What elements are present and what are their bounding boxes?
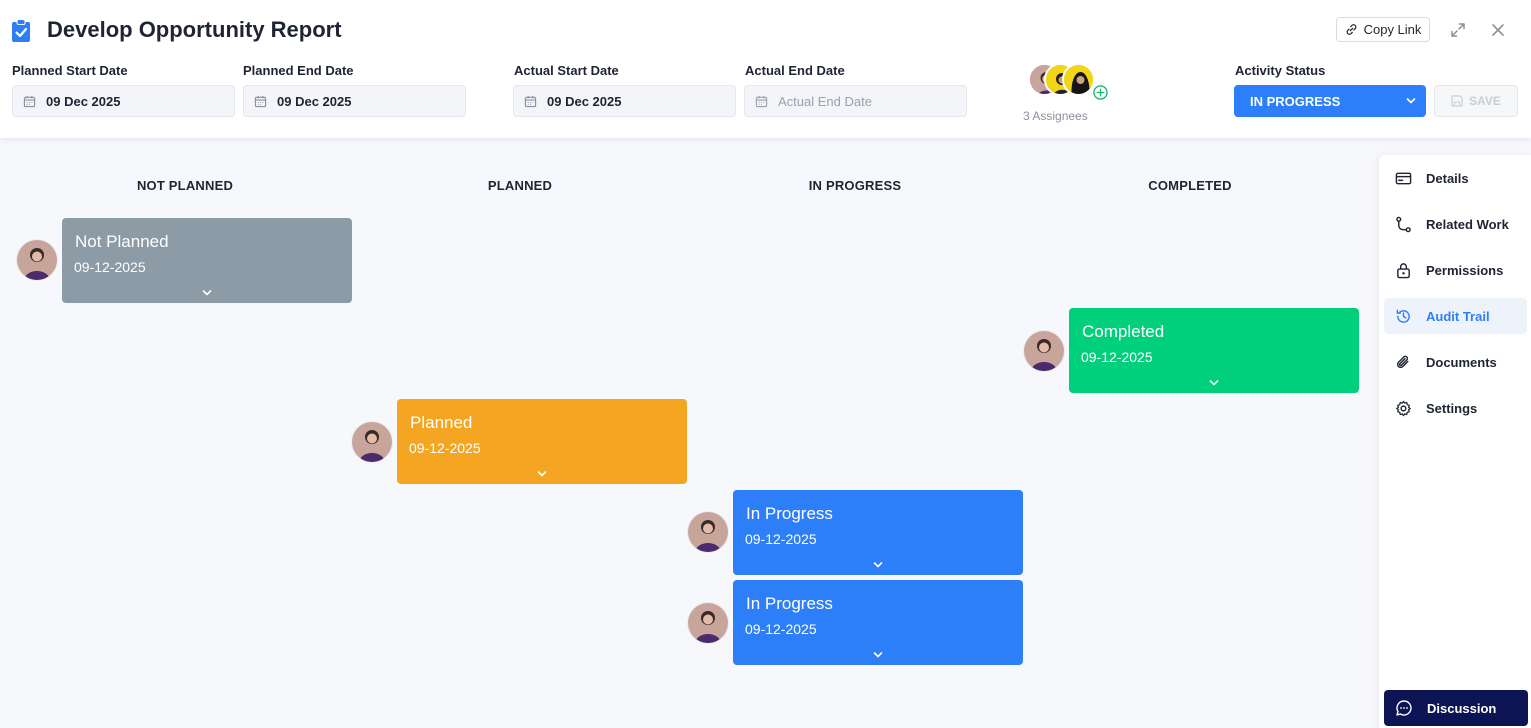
avatar	[688, 603, 728, 643]
assignee-avatars[interactable]	[1028, 63, 1112, 103]
planned-start-date-input[interactable]: 09 Dec 2025	[12, 85, 235, 117]
activity-status-value: IN PROGRESS	[1250, 93, 1341, 109]
side-menu-label: Permissions	[1426, 262, 1504, 278]
activity-card-in-progress[interactable]: In Progress 09-12-2025	[733, 580, 1023, 665]
side-menu-label: Related Work	[1426, 216, 1509, 232]
activity-card-in-progress[interactable]: In Progress 09-12-2025	[733, 490, 1023, 575]
chat-bubble-icon	[1396, 700, 1412, 716]
save-label: SAVE	[1469, 94, 1501, 108]
add-assignee-icon[interactable]	[1093, 85, 1108, 100]
actual-end-date-input[interactable]: Actual End Date	[744, 85, 967, 117]
activity-card-not-planned[interactable]: Not Planned 09-12-2025	[62, 218, 352, 303]
avatar	[17, 240, 57, 280]
calendar-icon	[524, 95, 537, 107]
planned-end-date-value: 09 Dec 2025	[277, 93, 352, 109]
card-icon	[1395, 172, 1412, 184]
copy-link-button[interactable]: Copy Link	[1336, 17, 1430, 42]
chevron-down-icon[interactable]	[201, 287, 213, 299]
side-menu-item-permissions[interactable]: Permissions	[1384, 252, 1527, 288]
planned-start-label: Planned Start Date	[12, 63, 128, 78]
side-menu-item-documents[interactable]: Documents	[1384, 344, 1527, 380]
calendar-icon	[755, 95, 768, 107]
activity-status-label: Activity Status	[1235, 63, 1326, 78]
actual-start-date-value: 09 Dec 2025	[547, 93, 622, 109]
avatar	[1062, 63, 1095, 96]
copy-link-label: Copy Link	[1363, 22, 1422, 37]
clipboard-check-icon	[12, 19, 30, 42]
lock-icon	[1397, 262, 1410, 278]
planned-end-label: Planned End Date	[243, 63, 354, 78]
card-date: 09-12-2025	[1081, 349, 1153, 365]
save-button[interactable]: SAVE	[1434, 85, 1518, 117]
calendar-icon	[23, 95, 36, 107]
chevron-down-icon[interactable]	[872, 649, 884, 661]
card-date: 09-12-2025	[74, 259, 146, 275]
side-menu-label: Details	[1426, 170, 1469, 186]
column-header-completed: COMPLETED	[1148, 178, 1232, 193]
actual-end-label: Actual End Date	[745, 63, 845, 78]
card-title: Completed	[1082, 322, 1165, 341]
activity-card-planned[interactable]: Planned 09-12-2025	[397, 399, 687, 484]
side-menu-item-related-work[interactable]: Related Work	[1384, 206, 1527, 242]
side-menu-item-audit-trail[interactable]: Audit Trail	[1384, 298, 1527, 334]
column-header-in-progress: IN PROGRESS	[808, 178, 902, 193]
expand-icon[interactable]	[1450, 22, 1466, 38]
route-icon	[1396, 216, 1411, 232]
card-title: Not Planned	[75, 232, 169, 251]
card-title: In Progress	[746, 594, 833, 613]
card-date: 09-12-2025	[409, 440, 481, 456]
link-icon	[1346, 24, 1356, 35]
close-icon[interactable]	[1490, 22, 1506, 38]
calendar-icon	[254, 95, 267, 107]
chevron-down-icon	[1406, 98, 1416, 104]
page-title: Develop Opportunity Report	[47, 17, 342, 42]
activity-card-completed[interactable]: Completed 09-12-2025	[1069, 308, 1359, 393]
activity-status-select[interactable]: IN PROGRESS	[1234, 85, 1426, 117]
chevron-down-icon[interactable]	[872, 559, 884, 571]
card-date: 09-12-2025	[745, 531, 817, 547]
side-menu-item-settings[interactable]: Settings	[1384, 390, 1527, 426]
planned-end-date-input[interactable]: 09 Dec 2025	[243, 85, 466, 117]
side-menu-item-details[interactable]: Details	[1384, 160, 1527, 196]
column-header-planned: PLANNED	[487, 178, 553, 193]
column-header-not-planned: NOT PLANNED	[136, 178, 234, 193]
chevron-down-icon[interactable]	[1208, 377, 1220, 389]
side-menu-label: Audit Trail	[1426, 308, 1490, 324]
discussion-button[interactable]: Discussion	[1384, 690, 1528, 726]
gear-icon	[1396, 400, 1411, 416]
history-icon	[1396, 309, 1410, 323]
actual-start-date-input[interactable]: 09 Dec 2025	[513, 85, 736, 117]
planned-start-date-value: 09 Dec 2025	[46, 93, 121, 109]
side-menu-label: Settings	[1426, 400, 1478, 416]
side-menu: Details Related Work Permissions Audit T…	[1379, 155, 1531, 728]
actual-end-date-placeholder: Actual End Date	[778, 93, 872, 109]
chevron-down-icon[interactable]	[536, 468, 548, 480]
card-title: In Progress	[746, 504, 833, 523]
floppy-disk-icon	[1451, 95, 1463, 107]
avatar	[352, 422, 392, 462]
actual-start-label: Actual Start Date	[514, 63, 619, 78]
card-title: Planned	[410, 413, 473, 432]
avatar	[1024, 331, 1064, 371]
paperclip-icon	[1396, 355, 1409, 368]
header: Develop Opportunity Report Copy Link Pla…	[0, 0, 1531, 138]
avatar	[688, 512, 728, 552]
discussion-label: Discussion	[1427, 700, 1497, 716]
card-date: 09-12-2025	[745, 621, 817, 637]
assignee-count: 3 Assignees	[1023, 109, 1088, 123]
side-menu-label: Documents	[1426, 354, 1497, 370]
